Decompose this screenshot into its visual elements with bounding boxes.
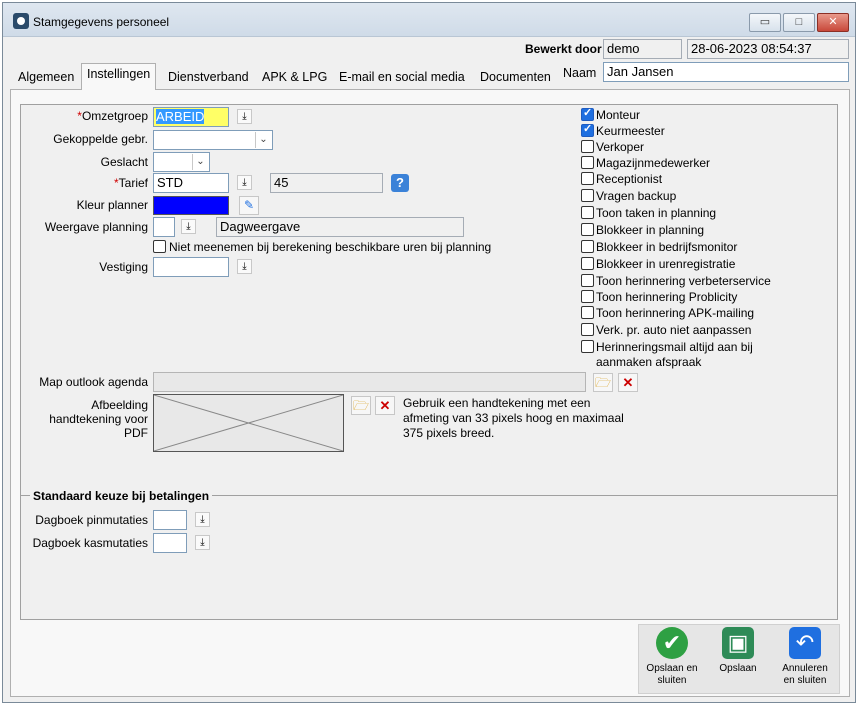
checkmark-icon: ✔ [656,627,688,659]
weergave-lookup-icon[interactable]: ⤓ [181,219,196,234]
afbeelding-label: Afbeelding handtekening voor PDF [49,398,148,440]
keurmeester-checkbox[interactable] [581,122,594,137]
pinmutaties-lookup-icon[interactable]: ⤓ [195,512,210,527]
tarief-field[interactable]: STD [153,173,229,193]
vragen-backup-label: Vragen backup [596,189,677,203]
gekoppelde-label: Gekoppelde gebr. [53,132,148,146]
receptionist-checkbox[interactable] [581,172,594,185]
geslacht-select[interactable]: ⌄ [153,152,210,172]
timestamp-field: 28-06-2023 08:54:37 [687,39,849,59]
map-outlook-label: Map outlook agenda [39,375,148,389]
tarief-lookup-icon[interactable]: ⤓ [237,175,252,190]
vragen-backup-checkbox[interactable] [581,189,594,202]
handtekening-image-placeholder[interactable] [153,394,344,452]
app-icon [13,13,29,29]
magazijnmedewerker-checkbox[interactable] [581,156,594,169]
kasmutaties-field[interactable] [153,533,187,553]
keurmeester-label: Keurmeester [596,124,665,138]
save-close-button[interactable]: ✔ Opslaan en sluiten [644,627,700,693]
tab-apk-lpg[interactable]: APK & LPG [257,67,332,88]
close-button[interactable]: ✕ [817,13,849,32]
blokkeer-planning-checkbox[interactable] [581,223,594,236]
verk-pr-auto-label: Verk. pr. auto niet aanpassen [596,323,752,337]
minimize-button[interactable]: ▭ [749,13,781,32]
undo-arrow-icon: ↶ [789,627,821,659]
tarief-amount-field: 45 [270,173,383,193]
color-pencils-icon[interactable]: ✎ [239,196,259,215]
kleur-planner-label: Kleur planner [76,198,148,212]
vestiging-field[interactable] [153,257,229,277]
tab-documenten[interactable]: Documenten [475,67,556,88]
toon-taken-checkbox[interactable] [581,206,594,219]
herinnering-verbeterservice-label: Toon herinnering verbeterservice [596,274,771,288]
tab-instellingen[interactable]: Instellingen [81,63,157,90]
tarief-label: *Tarief [113,176,148,190]
monteur-label: Monteur [596,108,641,122]
kleur-planner-swatch[interactable] [153,196,229,215]
vestiging-lookup-icon[interactable]: ⤓ [237,259,252,274]
niet-meenemen-label: Niet meenemen bij berekening beschikbare… [169,240,492,254]
vestiging-label: Vestiging [99,260,148,274]
toon-taken-label: Toon taken in planning [596,206,717,220]
herinnering-apk-mailing-checkbox[interactable] [581,306,594,319]
magazijnmedewerker-label: Magazijnmedewerker [596,156,711,170]
herinnering-apk-mailing-label: Toon herinnering APK-mailing [596,306,755,320]
bewerkt-door-field: demo [603,39,682,59]
herinnering-verbeterservice-checkbox[interactable] [581,274,594,287]
herinneringsmail-checkbox[interactable] [581,340,594,353]
red-x-icon[interactable]: ✕ [375,396,395,415]
verkoper-label: Verkoper [596,140,645,154]
maximize-button[interactable]: □ [783,13,815,32]
blokkeer-bedrijfsmonitor-checkbox[interactable] [581,240,594,253]
pinmutaties-label: Dagboek pinmutaties [35,513,148,527]
afbeelding-hint: Gebruik een handtekening met een afmeting… [403,396,624,440]
blokkeer-bedrijfsmonitor-label: Blokkeer in bedrijfsmonitor [596,240,738,254]
window-title: Stamgegevens personeel [33,15,170,29]
tab-algemeen[interactable]: Algemeen [13,67,79,88]
blokkeer-urenregistratie-label: Blokkeer in urenregistratie [596,257,736,271]
tab-email-social[interactable]: E-mail en social media [334,67,470,88]
folder-open-icon[interactable]: 🗁 [593,373,613,392]
omzetgroep-field[interactable]: ARBEID [153,107,229,127]
weergave-text-field: Dagweergave [216,217,464,237]
blokkeer-urenregistratie-checkbox[interactable] [581,257,594,270]
folder-open-icon[interactable]: 🗁 [351,396,371,415]
geslacht-label: Geslacht [100,155,148,169]
niet-meenemen-checkbox[interactable] [153,240,166,253]
floppy-disk-icon: ▣ [722,627,754,659]
verkoper-checkbox[interactable] [581,140,594,153]
weergave-planning-field[interactable] [153,217,175,237]
save-button[interactable]: ▣ Opslaan [710,627,766,693]
red-x-icon[interactable]: ✕ [618,373,638,392]
verk-pr-auto-checkbox[interactable] [581,323,594,336]
weergave-planning-label: Weergave planning [44,220,148,234]
tab-dienstverband[interactable]: Dienstverband [163,67,254,88]
omzetgroep-lookup-icon[interactable]: ⤓ [237,109,252,124]
kasmutaties-lookup-icon[interactable]: ⤓ [195,535,210,550]
herinnering-problicity-label: Toon herinnering Problicity [596,290,738,304]
naam-field[interactable]: Jan Jansen [603,62,849,82]
pinmutaties-field[interactable] [153,510,187,530]
bewerkt-door-label: Bewerkt door [525,42,602,56]
help-question-icon[interactable]: ? [391,174,409,192]
chevron-down-icon: ⌄ [192,154,208,170]
herinnering-problicity-checkbox[interactable] [581,290,594,303]
monteur-checkbox[interactable] [581,106,594,121]
omzetgroep-label: *Omzetgroep [77,109,148,123]
map-outlook-field[interactable] [153,372,586,392]
gekoppelde-select[interactable]: ⌄ [153,130,273,150]
herinneringsmail-label: Herinneringsmail altijd aan bij aanmaken… [596,340,753,369]
receptionist-label: Receptionist [596,172,663,186]
kasmutaties-label: Dagboek kasmutaties [32,536,148,550]
placeholder-cross [154,395,343,451]
naam-label: Naam [563,66,597,80]
blokkeer-planning-label: Blokkeer in planning [596,223,705,237]
chevron-down-icon: ⌄ [255,132,271,148]
cancel-close-button[interactable]: ↶ Annuleren en sluiten [776,627,834,693]
title-bar: Stamgegevens personeel ▭ □ ✕ [3,3,855,37]
betalingen-title: Standaard keuze bij betalingen [30,489,213,503]
